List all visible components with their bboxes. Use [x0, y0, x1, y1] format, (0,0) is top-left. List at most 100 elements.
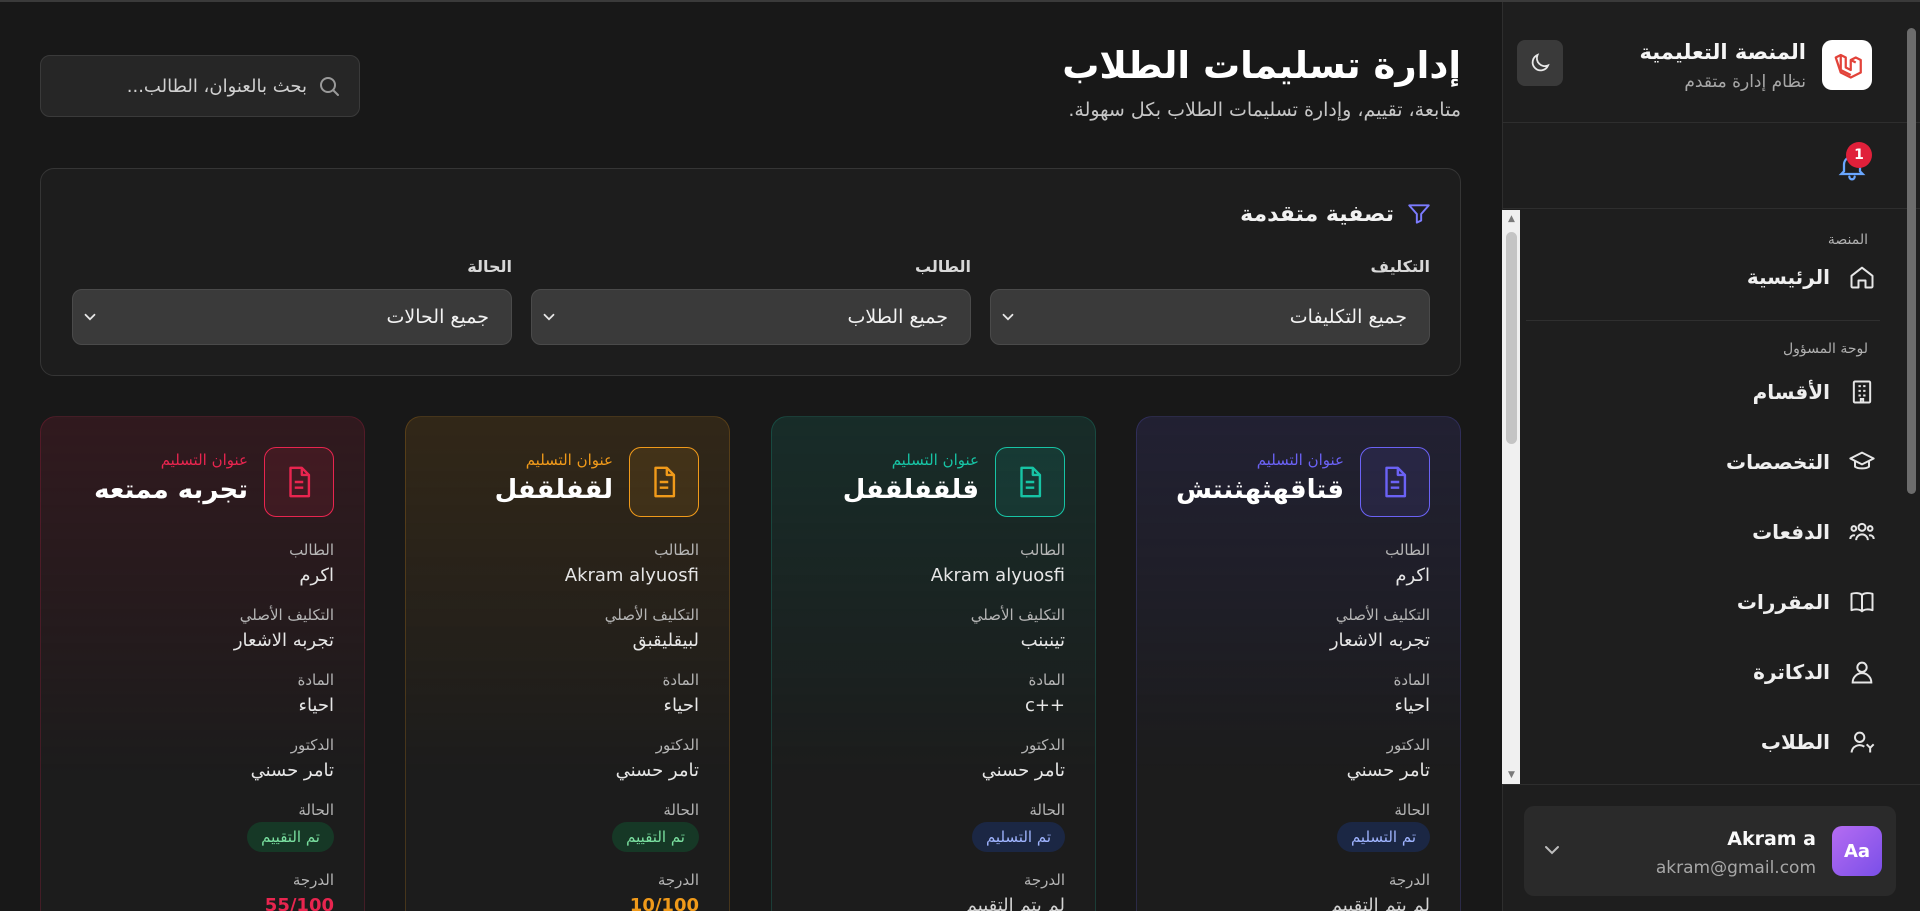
subject-value: احياء [1394, 695, 1430, 716]
field-label: الدكتور [1386, 736, 1430, 754]
submission-title-label: عنوان التسليم [160, 451, 248, 469]
field-label: المادة [662, 671, 699, 689]
field-label: الطالب [289, 541, 334, 559]
status-select[interactable]: جميع الحالات [72, 289, 512, 345]
students-icon [1850, 731, 1875, 753]
doctor-value: تامر حسني [615, 760, 699, 781]
grade-value: 55/100 [264, 895, 334, 911]
sidebar-item-home[interactable]: الرئيسية [1526, 248, 1880, 306]
submission-card[interactable]: عنوان التسليم قلقفلقفل الطالب Akram alyu… [771, 416, 1096, 911]
field-label: الطالب [654, 541, 699, 559]
filter-title: تصفية متقدمة [1240, 201, 1394, 227]
graduation-cap-icon [1849, 451, 1875, 470]
doctor-value: تامر حسني [1346, 760, 1430, 781]
search-icon [320, 77, 339, 96]
field-label: التكليف الأصلي [1335, 606, 1430, 624]
document-icon [1385, 466, 1407, 498]
page-scroll-thumb[interactable] [1907, 28, 1916, 494]
submission-card[interactable]: عنوان التسليم قتاقهثهثنتش الطالب اكرم ال… [1136, 416, 1461, 911]
status-badge: تم التسليم [971, 822, 1065, 852]
scroll-up-arrow-icon[interactable]: ▲ [1506, 214, 1517, 224]
status-badge: تم التقييم [612, 822, 699, 852]
filter-label: التكليف [1370, 257, 1430, 276]
student-filter: الطالب جميع الطلاب [531, 257, 971, 345]
sidebar-item-courses[interactable]: المقررات [1526, 567, 1880, 637]
search-input[interactable] [71, 70, 307, 102]
grade-value: 10/100 [629, 895, 699, 911]
sidebar-item-doctors[interactable]: الدكاترة [1526, 637, 1880, 707]
avatar: Aa [1832, 826, 1882, 876]
field-label: الدرجة [657, 871, 699, 889]
grade-value: لم يتم التقييم [965, 895, 1065, 911]
field-label: الدرجة [292, 871, 334, 889]
chevron-down-icon[interactable] [1540, 838, 1564, 862]
chevron-down-icon [543, 313, 555, 321]
field-label: الطالب [1020, 541, 1065, 559]
nav-divider [1526, 320, 1880, 321]
card-icon-box [264, 447, 334, 517]
assignment-value: تجربه الاشعار [1329, 630, 1430, 651]
doctor-value: تامر حسني [981, 760, 1065, 781]
advanced-filter-panel: تصفية متقدمة التكليف جميع التكليفات الطا… [40, 168, 1461, 376]
filter-label: الطالب [914, 257, 971, 276]
student-value: اكرم [299, 565, 334, 586]
app-subtitle: نظام إدارة متقدم [1684, 72, 1806, 92]
laravel-logo-icon [1822, 40, 1872, 90]
student-select[interactable]: جميع الطلاب [531, 289, 971, 345]
field-label: الدكتور [1021, 736, 1065, 754]
card-icon-box [995, 447, 1065, 517]
chevron-down-icon [1002, 313, 1014, 321]
doctor-value: تامر حسني [250, 760, 334, 781]
moon-icon [1531, 53, 1550, 72]
assignment-value: تجربه الاشعار [233, 630, 334, 651]
sidebar-divider [1502, 122, 1920, 123]
field-label: الدكتور [290, 736, 334, 754]
field-label: الطالب [1385, 541, 1430, 559]
submission-title: تجربه ممتعه [94, 475, 248, 505]
student-value: Akram alyuosfi [564, 565, 699, 586]
select-value: جميع الطلاب [847, 306, 949, 328]
nav-section-admin: لوحة المسؤول [1782, 341, 1868, 357]
scroll-down-arrow-icon[interactable]: ▼ [1506, 770, 1517, 780]
card-icon-box [629, 447, 699, 517]
sidebar-nav: المنصة الرئيسية لوحة المسؤول الأقسام الت… [1526, 210, 1880, 784]
sidebar-item-label: التخصصات [1726, 450, 1830, 474]
field-label: المادة [1028, 671, 1065, 689]
submission-title: لقفلقفل [494, 475, 613, 505]
field-label: التكليف الأصلي [604, 606, 699, 624]
submission-title: قلقفلقفل [842, 475, 979, 505]
submission-title: قتاقهثهثنتش [1176, 475, 1344, 505]
assignment-value: تينبنب [1020, 630, 1065, 651]
filter-header: تصفية متقدمة [1240, 201, 1432, 227]
user-email: akram@gmail.com [1655, 858, 1816, 878]
sidebar-item-specializations[interactable]: التخصصات [1526, 427, 1880, 497]
field-label: التكليف الأصلي [970, 606, 1065, 624]
sidebar-item-departments[interactable]: الأقسام [1526, 357, 1880, 427]
sidebar-divider [1502, 208, 1920, 209]
field-label: الدرجة [1388, 871, 1430, 889]
user-icon [1851, 661, 1873, 684]
select-value: جميع الحالات [386, 306, 489, 328]
sidebar-item-students[interactable]: الطلاب [1526, 707, 1880, 777]
sidebar-item-batches[interactable]: الدفعات [1526, 497, 1880, 567]
submission-card[interactable]: عنوان التسليم لقفلقفل الطالب Akram alyuo… [405, 416, 730, 911]
user-profile-card[interactable]: Aa Akram a akram@gmail.com [1524, 806, 1896, 896]
app-name: المنصة التعليمية [1639, 40, 1806, 64]
student-value: اكرم [1395, 565, 1430, 586]
filter-icon [1408, 204, 1430, 224]
users-group-icon [1849, 522, 1875, 541]
theme-toggle-button[interactable] [1517, 40, 1563, 86]
field-label: الحالة [663, 801, 699, 819]
submission-card[interactable]: عنوان التسليم تجربه ممتعه الطالب اكرم ال… [40, 416, 365, 911]
assignment-select[interactable]: جميع التكليفات [990, 289, 1430, 345]
notification-badge: 1 [1846, 142, 1872, 168]
sidebar-item-label: الدكاترة [1753, 660, 1830, 684]
submission-title-label: عنوان التسليم [1256, 451, 1344, 469]
sidebar-scroll-thumb[interactable] [1506, 232, 1517, 444]
sidebar: المنصة التعليمية نظام إدارة متقدم 1 ▲ ▼ … [1502, 2, 1920, 911]
sidebar-item-label: الدفعات [1752, 520, 1830, 544]
submission-title-label: عنوان التسليم [891, 451, 979, 469]
building-icon [1852, 380, 1872, 404]
field-label: الحالة [298, 801, 334, 819]
field-label: التكليف الأصلي [239, 606, 334, 624]
